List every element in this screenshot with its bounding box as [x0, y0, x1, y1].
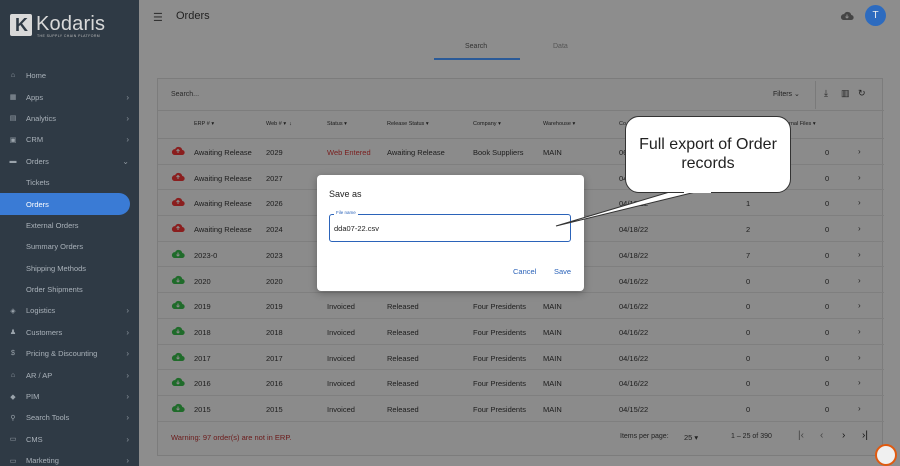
help-chat-icon[interactable] [875, 444, 897, 466]
callout-pointer-mask [684, 191, 711, 193]
